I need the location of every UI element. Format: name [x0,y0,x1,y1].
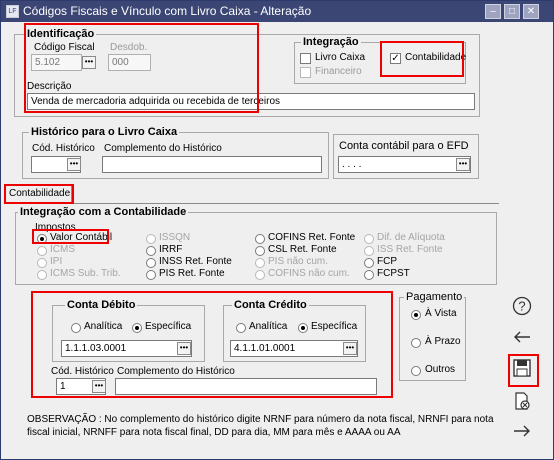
icms-label: ICMS [50,244,75,255]
next-button[interactable] [511,422,533,444]
title-bar: LF Códigos Fiscais e Vínculo com Livro C… [1,1,553,22]
ipi-label: IPI [50,256,63,267]
credito-analitica-radio[interactable] [236,323,246,333]
radio-icms[interactable] [37,246,47,256]
radio-fcp[interactable] [364,258,374,268]
conta-credito-legend: Conta Crédito [232,299,309,311]
contabil-complemento-label: Complemento do Histórico [117,366,235,377]
radio-pis-ret-fonte[interactable] [146,270,156,280]
document-cancel-icon [515,392,530,410]
cofins-nao-cum-label: COFINS não cum. [268,268,350,279]
iss-ret-fonte-label: ISS Ret. Fonte [377,244,443,255]
app-icon: LF [6,5,19,18]
pagamento-a-vista-radio[interactable] [411,310,421,320]
pagamento-outros-radio[interactable] [411,366,421,376]
window-title: Códigos Fiscais e Vínculo com Livro Caix… [23,4,312,18]
close-button[interactable]: ✕ [523,4,539,19]
irrf-label: IRRF [159,244,183,255]
credito-analitica-label: Analítica [249,321,288,332]
credito-especifica-radio[interactable] [298,323,308,333]
radio-pis-nao-cum[interactable] [255,258,265,268]
contabil-cod-historico-label: Cód. Histórico [51,366,114,377]
radio-icms-sub-trib[interactable] [37,270,47,280]
radio-ipi[interactable] [37,258,47,268]
highlight-contabilidade-check [380,41,464,77]
pagamento-a-prazo-radio[interactable] [411,338,421,348]
integracao-legend: Integração [301,36,361,48]
issqn-label: ISSQN [159,232,191,243]
contabil-cod-lookup-button[interactable]: ••• [92,380,106,393]
radio-cofins-nao-cum[interactable] [255,270,265,280]
radio-inss-ret-fonte[interactable] [146,258,156,268]
pagamento-outros-label: Outros [425,364,456,375]
integracao-contabilidade-legend: Integração com a Contabilidade [18,206,189,218]
question-circle-icon: ? [512,296,532,316]
historico-complemento-label: Complemento do Histórico [104,143,222,154]
debito-analitica-radio[interactable] [71,323,81,333]
efd-conta-lookup-button[interactable]: ••• [456,158,470,171]
historico-cod-label: Cód. Histórico [32,143,95,154]
fcp-label: FCP [377,256,397,267]
pagamento-legend: Pagamento [404,291,465,303]
highlight-tab [4,184,74,204]
pagamento-a-prazo-label: À Prazo [425,336,461,347]
historico-legend: Histórico para o Livro Caixa [29,126,180,138]
credito-especifica-label: Específica [311,321,358,332]
debito-especifica-label: Específica [145,321,192,332]
dif-aliquota-label: Dif. de Alíquota [377,232,445,243]
historico-cod-lookup-button[interactable]: ••• [67,158,81,171]
financeiro-checkbox[interactable] [300,67,311,78]
tab-divider [5,203,499,204]
maximize-button[interactable]: □ [504,4,520,19]
contabil-complemento-input[interactable] [115,378,377,395]
livro-caixa-label: Livro Caixa [315,52,366,63]
radio-fcpst[interactable] [364,270,374,280]
conta-credito-input[interactable]: 4.1.1.01.0001 [230,340,358,357]
svg-text:?: ? [518,299,525,314]
radio-issqn[interactable] [146,234,156,244]
conta-debito-lookup-button[interactable]: ••• [177,342,191,355]
minimize-button[interactable]: – [485,4,501,19]
inss-ret-fonte-label: INSS Ret. Fonte [159,256,232,267]
highlight-valor-contabil [32,229,109,244]
cancel-button[interactable] [511,391,533,413]
debito-especifica-radio[interactable] [132,323,142,333]
cofins-ret-fonte-label: COFINS Ret. Fonte [268,232,356,243]
pis-nao-cum-label: PIS não cum. [268,256,329,267]
radio-irrf[interactable] [146,246,156,256]
livro-caixa-checkbox[interactable] [300,53,311,64]
arrow-right-icon [514,425,530,437]
window: LF Códigos Fiscais e Vínculo com Livro C… [0,0,554,460]
radio-iss-ret-fonte[interactable] [364,246,374,256]
pagamento-a-vista-label: À Vista [425,308,457,319]
historico-complemento-input[interactable] [102,156,322,173]
financeiro-label: Financeiro [315,66,362,77]
help-button[interactable]: ? [511,296,533,318]
fcpst-label: FCPST [377,268,410,279]
pis-ret-fonte-label: PIS Ret. Fonte [159,268,225,279]
csl-ret-fonte-label: CSL Ret. Fonte [268,244,337,255]
observacao-text: OBSERVAÇÃO : No complemento do histórico… [27,414,494,438]
conta-credito-lookup-button[interactable]: ••• [343,342,357,355]
radio-csl-ret-fonte[interactable] [255,246,265,256]
back-button[interactable] [511,328,533,350]
highlight-identificacao [24,23,259,113]
radio-cofins-ret-fonte[interactable] [255,234,265,244]
debito-analitica-label: Analítica [84,321,123,332]
radio-dif-aliquota[interactable] [364,234,374,244]
icms-sub-trib-label: ICMS Sub. Trib. [50,268,121,279]
conta-debito-input[interactable]: 1.1.1.03.0001 [61,340,192,357]
highlight-save [508,354,539,387]
efd-label: Conta contábil para o EFD [339,140,469,152]
arrow-left-icon [514,331,530,343]
efd-conta-input[interactable]: . . . . [338,156,471,173]
conta-debito-legend: Conta Débito [65,299,138,311]
